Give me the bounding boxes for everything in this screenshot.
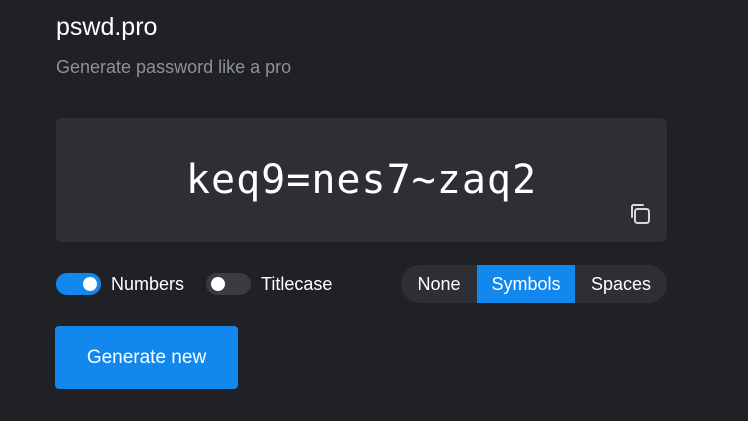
copy-icon-glyph — [631, 204, 650, 224]
separator-option-none[interactable]: None — [401, 265, 477, 303]
generate-new-button[interactable]: Generate new — [55, 326, 238, 389]
titlecase-switch-knob — [211, 277, 225, 291]
numbers-switch-knob — [83, 277, 97, 291]
separator-segmented-control: None Symbols Spaces — [401, 265, 667, 303]
numbers-toggle[interactable]: Numbers — [56, 272, 184, 296]
app-title: pswd.pro — [56, 13, 158, 41]
titlecase-label: Titlecase — [261, 273, 333, 294]
numbers-switch[interactable] — [56, 273, 101, 295]
copy-icon[interactable] — [624, 198, 656, 230]
options-row: Numbers Titlecase None Symbols Spaces — [56, 265, 667, 303]
separator-option-spaces[interactable]: Spaces — [575, 265, 667, 303]
titlecase-switch[interactable] — [206, 273, 251, 295]
app-subtitle: Generate password like a pro — [56, 57, 292, 77]
password-display: keq9=nes7~zaq2 — [56, 118, 667, 242]
separator-option-symbols[interactable]: Symbols — [477, 265, 575, 303]
titlecase-toggle[interactable]: Titlecase — [206, 272, 332, 296]
app-root: pswd.pro Generate password like a pro ke… — [0, 0, 748, 421]
numbers-label: Numbers — [111, 273, 185, 294]
password-text[interactable]: keq9=nes7~zaq2 — [56, 156, 667, 204]
